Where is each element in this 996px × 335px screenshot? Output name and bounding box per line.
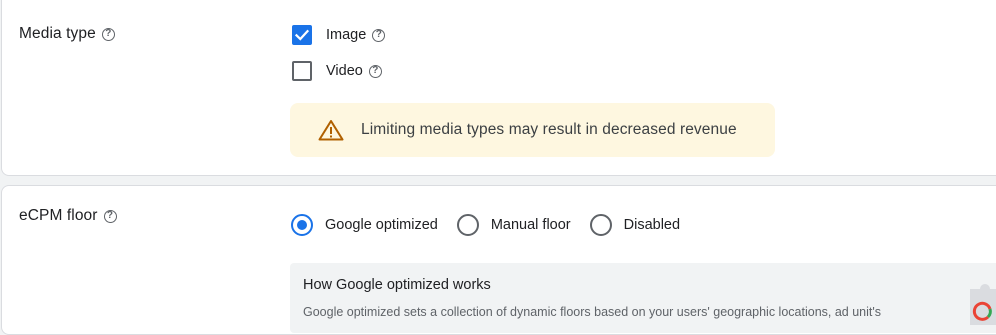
radio-google-optimized[interactable]: Google optimized	[291, 214, 438, 236]
ecpm-floor-help-icon[interactable]: ?	[103, 209, 117, 223]
video-help-icon[interactable]: ?	[368, 64, 382, 78]
checkmark-icon	[294, 29, 310, 41]
image-checkbox[interactable]	[292, 25, 312, 45]
video-option-row[interactable]: Video ?	[292, 61, 382, 81]
media-type-help-icon[interactable]: ?	[101, 27, 115, 41]
ecpm-floor-radio-group: Google optimized Manual floor Disabled	[291, 214, 699, 236]
warning-text: Limiting media types may result in decre…	[361, 121, 737, 138]
radio-disabled-label: Disabled	[623, 217, 681, 233]
google-puzzle-illustration-icon	[970, 284, 996, 325]
video-checkbox[interactable]	[292, 61, 312, 81]
radio-disabled[interactable]: Disabled	[589, 214, 681, 236]
ecpm-floor-label-row: eCPM floor ?	[19, 207, 117, 225]
google-optimized-info-box: How Google optimized works Google optimi…	[290, 263, 996, 333]
radio-button[interactable]	[456, 214, 479, 236]
info-title: How Google optimized works	[303, 277, 491, 293]
ecpm-floor-label: eCPM floor	[19, 207, 98, 224]
warning-triangle-icon	[318, 120, 344, 141]
radio-manual-floor-label: Manual floor	[490, 217, 571, 233]
media-type-label-row: Media type ?	[19, 25, 115, 43]
media-type-warning: Limiting media types may result in decre…	[290, 103, 775, 157]
radio-button-selected[interactable]	[291, 214, 313, 236]
radio-button[interactable]	[589, 214, 612, 236]
image-help-icon[interactable]: ?	[372, 28, 386, 42]
image-option-label: Image	[326, 27, 367, 43]
radio-google-optimized-label: Google optimized	[325, 217, 438, 233]
media-type-label: Media type	[19, 25, 96, 42]
image-option-row[interactable]: Image ?	[292, 25, 386, 45]
radio-manual-floor[interactable]: Manual floor	[456, 214, 571, 236]
video-option-label: Video	[326, 63, 363, 79]
